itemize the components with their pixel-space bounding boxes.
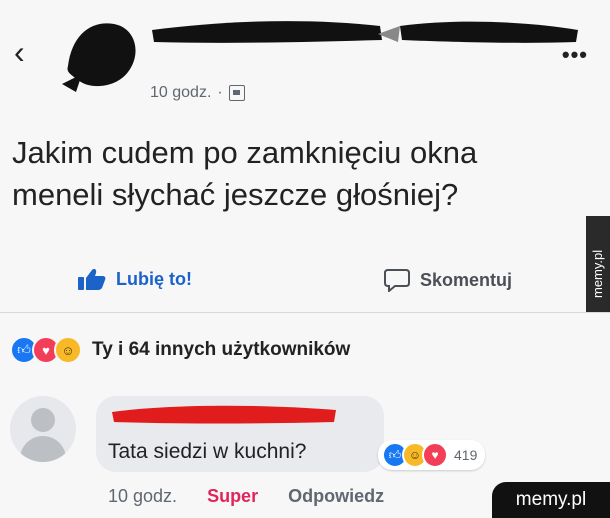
like-label: Lubię to! — [116, 268, 192, 289]
comment-text: Tata siedzi w kuchni? — [108, 440, 307, 463]
corner-watermark: memy.pl — [492, 482, 610, 518]
avatar-body — [20, 436, 66, 462]
divider — [0, 312, 610, 313]
reply-button[interactable]: Odpowiedz — [288, 486, 384, 507]
like-button[interactable]: Lubię to! — [78, 268, 192, 290]
haha-reaction-icon: ☺ — [54, 336, 82, 364]
reactions-summary[interactable]: 👍︎ ♥ ☺ Ty i 64 innych użytkowników — [10, 336, 350, 364]
comment-label: Skomentuj — [420, 269, 513, 290]
friends-icon — [228, 85, 245, 101]
commenter-avatar[interactable] — [10, 396, 76, 462]
love-reaction-icon: ♥ — [422, 442, 448, 468]
post-text-line: meneli słychać jeszcze głośniej? — [12, 177, 459, 212]
back-button[interactable]: ‹ — [14, 36, 25, 68]
comment-bubble-icon — [384, 269, 410, 292]
comment-reactions[interactable]: 👍︎ ☺ ♥ 419 — [378, 440, 486, 470]
comment-actions: 10 godz. Super Odpowiedz — [108, 486, 384, 507]
thumbs-up-icon — [78, 269, 106, 290]
side-watermark: memy.pl — [586, 216, 610, 312]
side-watermark-text: memy.pl — [590, 249, 605, 298]
comment-reaction-count: 419 — [454, 447, 478, 463]
super-reaction-button[interactable]: Super — [207, 486, 258, 507]
redacted-commenter-name — [112, 405, 336, 424]
redacted-name — [152, 21, 578, 43]
post-time: 10 godz. — [150, 84, 212, 101]
more-options-button[interactable]: ••• — [562, 42, 588, 68]
post-meta: 10 godz. · — [150, 84, 245, 102]
redacted-avatar — [62, 23, 136, 92]
comment-button[interactable]: Skomentuj — [384, 268, 512, 292]
post-text-line: Jakim cudem po zamknięciu okna — [12, 135, 478, 170]
avatar-head — [31, 408, 55, 432]
meta-separator: · — [217, 84, 223, 101]
comment-time: 10 godz. — [108, 486, 178, 506]
reaction-icons: 👍︎ ♥ ☺ — [10, 336, 82, 364]
reactions-text: Ty i 64 innych użytkowników — [92, 339, 351, 360]
post-action-bar: Lubię to! Skomentuj — [0, 258, 610, 302]
post-text: Jakim cudem po zamknięciu okna meneli sł… — [12, 132, 572, 216]
